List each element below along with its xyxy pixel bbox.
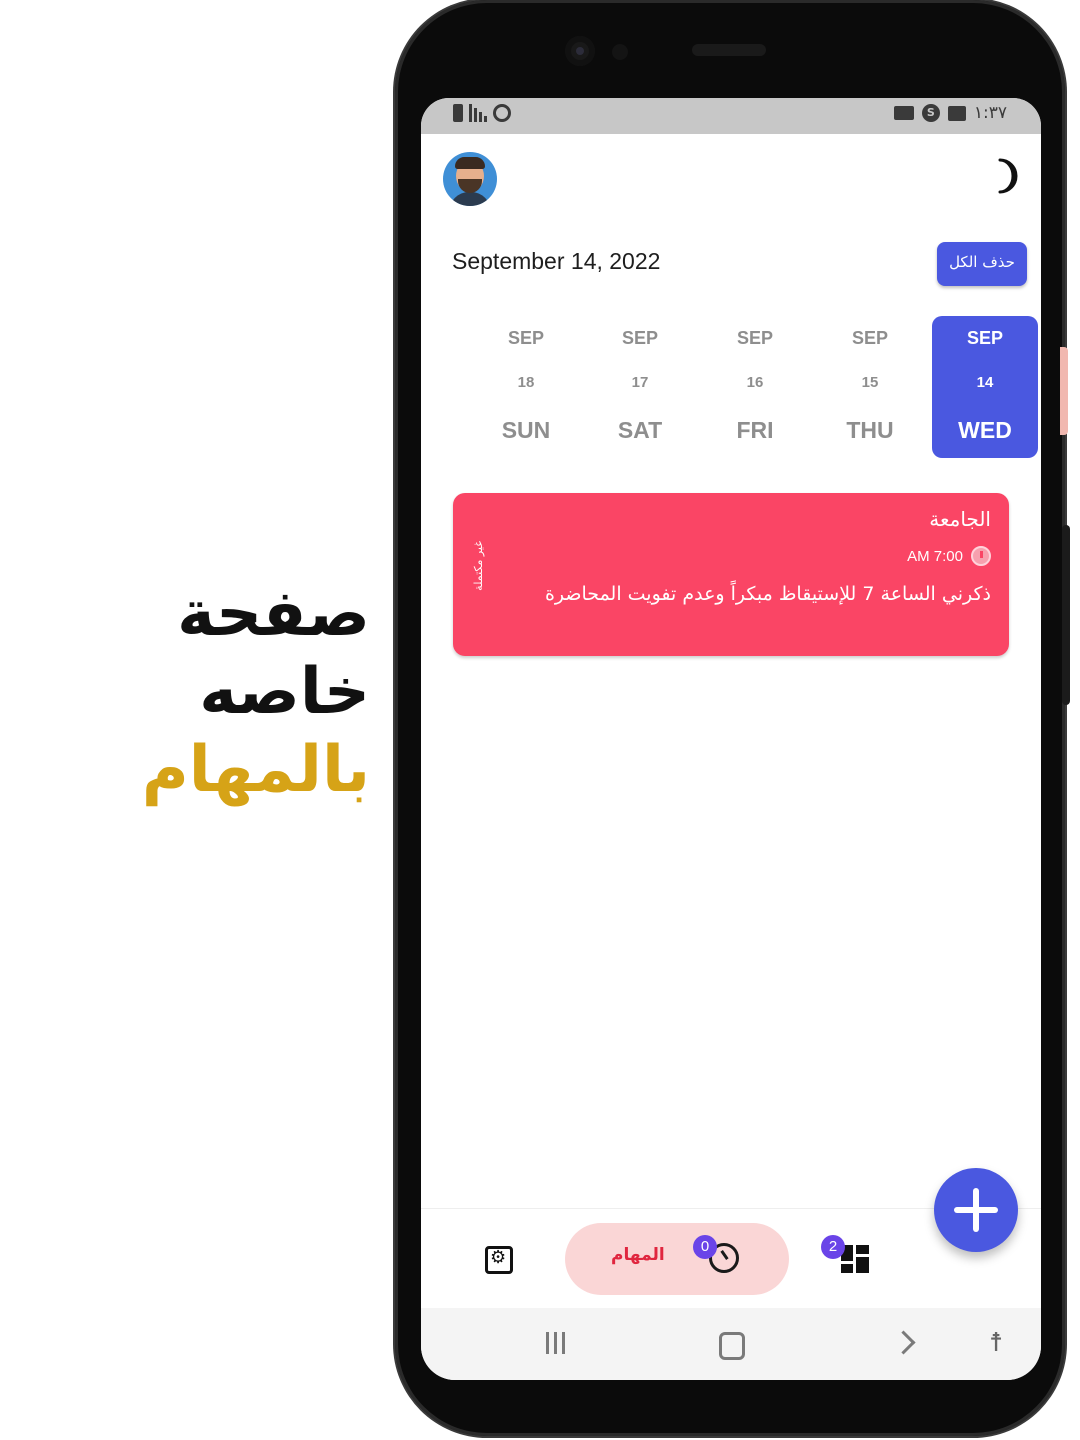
accessibility-icon[interactable]: ☨ — [989, 1328, 1003, 1358]
calendar-date: 15 — [861, 374, 879, 391]
promo-text: صفحة خاصه بالمهام — [10, 575, 370, 809]
moon-icon[interactable] — [984, 156, 1024, 196]
calendar-day[interactable]: SEP 16 FRI — [702, 316, 808, 458]
dashboard-icon[interactable] — [841, 1245, 869, 1273]
calendar-weekday: THU — [846, 417, 894, 443]
power-button — [1062, 525, 1070, 705]
calendar-month: SEP — [507, 328, 545, 348]
s-app-icon: S — [921, 104, 940, 122]
calendar-month: SEP — [966, 328, 1004, 348]
message-icon — [947, 105, 966, 121]
promo-line-1: صفحة خاصه — [177, 577, 370, 729]
calendar-month: SEP — [851, 328, 889, 348]
calendar-weekday: FRI — [736, 417, 774, 443]
calendar-day[interactable]: SEP 17 SAT — [587, 316, 693, 458]
calendar-month: SEP — [736, 328, 774, 348]
nav-tasks-tab[interactable]: المهام 0 — [565, 1223, 789, 1295]
calendar-day[interactable]: SEP 18 SUN — [473, 316, 579, 458]
avatar[interactable] — [443, 152, 497, 206]
calendar-day[interactable]: SEP 15 THU — [817, 316, 923, 458]
signal-icon — [469, 104, 487, 122]
avatar-beard — [458, 179, 482, 193]
side-accent — [1060, 347, 1068, 435]
home-icon[interactable] — [719, 1332, 745, 1360]
delete-all-button[interactable]: حذف الكل — [937, 242, 1027, 286]
task-time-row: AM 7:00 — [907, 546, 991, 566]
calendar-date: 16 — [746, 374, 764, 391]
calendar-date: 18 — [517, 374, 535, 391]
status-bar: S ١:٣٧ — [421, 98, 1041, 134]
app-screen: S ١:٣٧ September 14, 2022 حذف الكل SEP 1… — [421, 98, 1041, 1380]
dashboard-badge: 2 — [821, 1235, 845, 1259]
calendar-weekday: SUN — [501, 417, 551, 443]
alarm-icon — [493, 104, 511, 122]
calendar-weekday: WED — [958, 417, 1012, 443]
status-left-icons — [453, 104, 511, 122]
earpiece-speaker — [692, 44, 766, 56]
calendar-month: SEP — [621, 328, 659, 348]
video-icon — [893, 106, 914, 120]
selected-date-heading: September 14, 2022 — [452, 248, 661, 274]
status-right-icons: S ١:٣٧ — [893, 103, 1007, 123]
calendar-day-selected[interactable]: SEP 14 WED — [932, 316, 1038, 458]
front-camera — [565, 36, 595, 66]
clock-icon — [971, 546, 991, 566]
avatar-body — [449, 192, 491, 206]
back-icon[interactable] — [891, 1330, 916, 1355]
calendar-date: 17 — [631, 374, 649, 391]
promo-line-2: بالمهام — [141, 733, 370, 807]
system-navigation-bar: ☨ — [421, 1308, 1041, 1380]
status-time: ١:٣٧ — [973, 103, 1007, 123]
add-task-button[interactable] — [934, 1168, 1018, 1252]
task-card[interactable]: غير مكتملة الجامعة AM 7:00 ذكرني الساعة … — [453, 493, 1009, 656]
battery-icon — [453, 104, 463, 122]
task-description: ذكرني الساعة 7 للإستيقاظ مبكراً وعدم تفو… — [544, 583, 991, 605]
task-time: AM 7:00 — [907, 547, 963, 565]
nav-tasks-label: المهام — [611, 1245, 665, 1265]
task-status: غير مكتملة — [472, 541, 485, 591]
recent-apps-icon[interactable] — [546, 1332, 568, 1354]
settings-icon[interactable] — [485, 1246, 513, 1274]
history-badge: 0 — [693, 1235, 717, 1259]
proximity-sensor — [612, 44, 628, 60]
task-title: الجامعة — [929, 507, 991, 531]
calendar-date: 14 — [976, 374, 994, 391]
calendar-weekday: SAT — [617, 417, 663, 443]
avatar-hair — [455, 157, 485, 169]
